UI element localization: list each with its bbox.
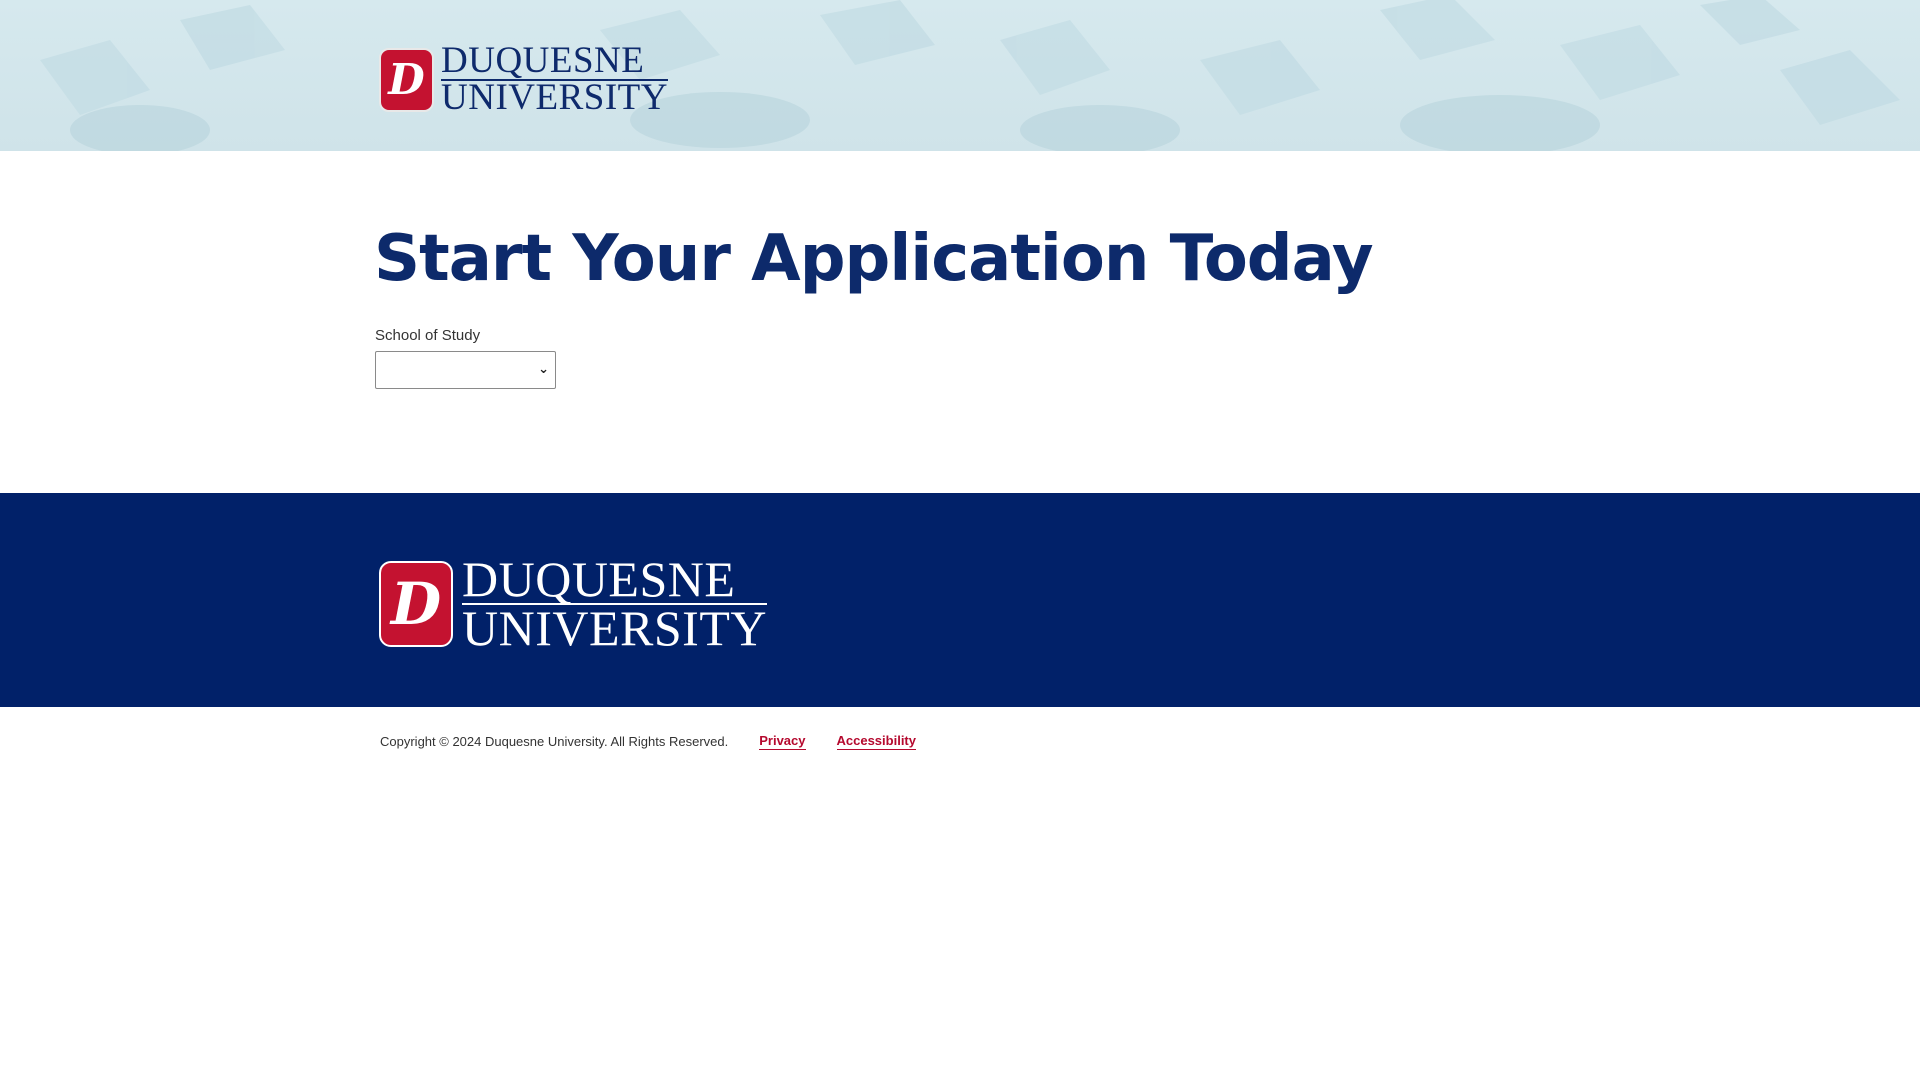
footer-logo-line-1: DUQUESNE <box>462 554 767 605</box>
footer-logo-line-2: UNIVERSITY <box>462 600 767 656</box>
page-title: Start Your Application Today <box>374 222 1374 296</box>
shield-icon: D <box>379 560 453 647</box>
site-header: D DUQUESNE UNIVERSITY <box>0 0 1920 151</box>
footer-logo[interactable]: D DUQUESNE UNIVERSITY <box>379 554 767 656</box>
footer-bottom-bar: Copyright © 2024 Duquesne University. Al… <box>380 733 916 750</box>
school-of-study-select[interactable]: ⌄ <box>375 351 556 389</box>
privacy-link[interactable]: Privacy <box>759 733 806 750</box>
footer-logo-wordmark: DUQUESNE UNIVERSITY <box>462 554 767 656</box>
shield-icon: D <box>379 47 434 112</box>
school-of-study-label: School of Study <box>375 327 481 344</box>
copyright-text: Copyright © 2024 Duquesne University. Al… <box>380 734 729 749</box>
graduation-caps-background <box>40 0 1900 151</box>
logo-wordmark: DUQUESNE UNIVERSITY <box>441 42 668 119</box>
chevron-down-icon: ⌄ <box>538 361 549 376</box>
header-logo[interactable]: D DUQUESNE UNIVERSITY <box>379 42 668 119</box>
site-footer: D DUQUESNE UNIVERSITY <box>0 493 1920 707</box>
logo-line-1: DUQUESNE <box>441 42 668 82</box>
accessibility-link[interactable]: Accessibility <box>836 733 916 750</box>
logo-line-2: UNIVERSITY <box>441 77 668 119</box>
